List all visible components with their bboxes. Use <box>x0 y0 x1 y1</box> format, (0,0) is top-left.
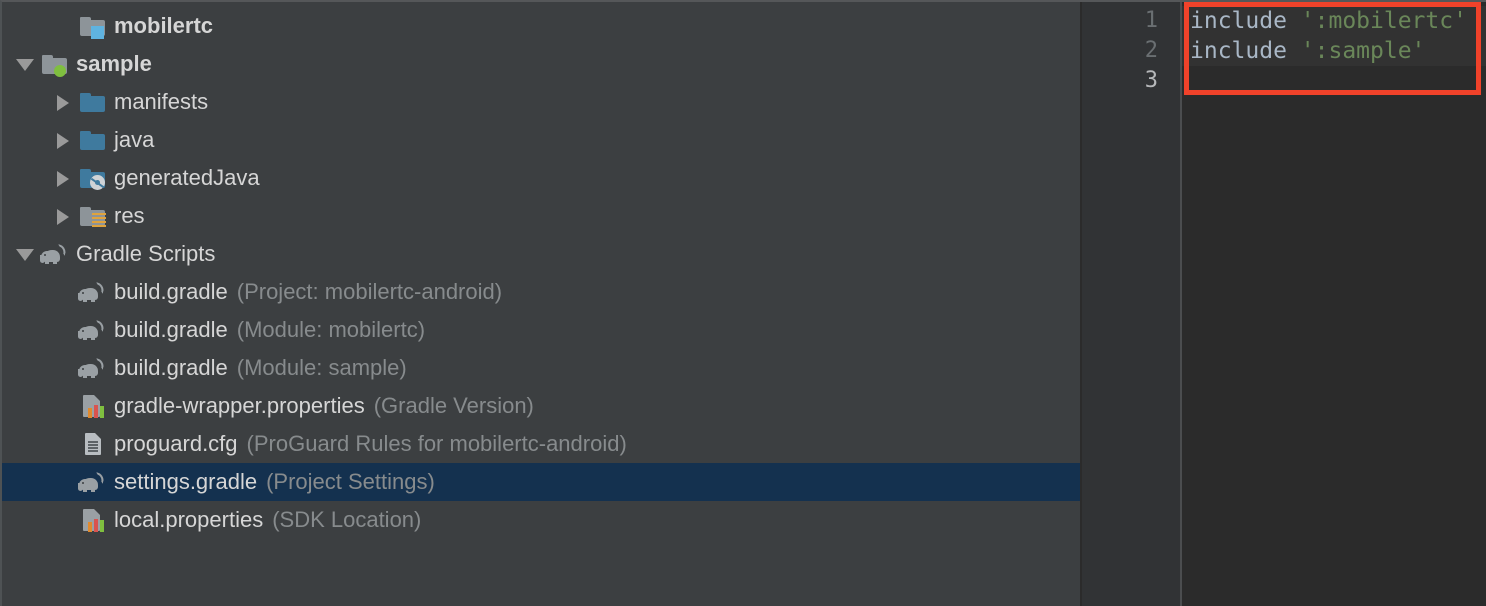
folder-resources-icon <box>78 201 108 231</box>
tree-row-gradle-scripts[interactable]: Gradle Scripts <box>2 235 1082 273</box>
tree-row-java[interactable]: java <box>2 121 1082 159</box>
module-folder-green-badge-icon <box>40 49 70 79</box>
tree-row-label: generatedJava <box>114 165 260 190</box>
folder-blue-icon <box>78 87 108 117</box>
editor-code-area[interactable]: include ':mobilertc' include ':sample' <box>1182 2 1486 606</box>
tree-row-subtitle: (Module: mobilertc) <box>236 317 426 342</box>
tree-row-subtitle: (ProGuard Rules for mobilertc-android) <box>246 431 627 456</box>
tree-row-manifests[interactable]: manifests <box>2 83 1082 121</box>
tree-row-label: build.gradle <box>114 317 228 342</box>
chevron-right-icon[interactable] <box>48 83 78 121</box>
tree-row-label: gradle-wrapper.properties <box>114 393 365 418</box>
tree-row-label: sample <box>76 51 152 76</box>
editor-line-number-gutter: 1 2 3 <box>1082 2 1182 606</box>
tree-row-label: mobilertc <box>114 13 214 38</box>
tree-row-settings-gradle[interactable]: settings.gradle (Project Settings) <box>2 463 1082 501</box>
code-token-str: ':sample' <box>1300 38 1426 64</box>
chevron-down-icon[interactable] <box>10 45 40 83</box>
tree-row-mobilertc[interactable]: mobilertc <box>2 7 1082 45</box>
twisty-placeholder <box>48 273 78 311</box>
project-tree-panel[interactable]: mobilertc sample manifests java generatedJav… <box>0 0 1082 606</box>
gradle-elephant-icon <box>78 315 108 345</box>
gradle-elephant-icon <box>40 239 70 269</box>
tree-row-local-properties[interactable]: local.properties (SDK Location) <box>2 501 1082 539</box>
module-folder-blue-badge-icon <box>78 11 108 41</box>
code-token-kw: include <box>1190 8 1301 34</box>
code-editor[interactable]: 123 include ':mobilertc' include ':sample… <box>1082 0 1486 606</box>
twisty-placeholder <box>48 7 78 45</box>
tree-row-label: build.gradle <box>114 355 228 380</box>
tree-row-label: res <box>114 203 145 228</box>
tree-row-label: java <box>114 127 155 152</box>
folder-generated-java-icon <box>78 163 108 193</box>
code-token-kw: include <box>1190 38 1301 64</box>
tree-row-build-gradle-project[interactable]: build.gradle (Project: mobilertc-android) <box>2 273 1082 311</box>
text-document-icon <box>78 429 108 459</box>
chevron-right-icon[interactable] <box>48 197 78 235</box>
tree-row-build-gradle-module-mobilertc[interactable]: build.gradle (Module: mobilertc) <box>2 311 1082 349</box>
twisty-placeholder <box>48 463 78 501</box>
code-line[interactable]: include ':mobilertc' <box>1182 6 1486 36</box>
gradle-elephant-icon <box>78 467 108 497</box>
tree-row-subtitle: (Project: mobilertc-android) <box>236 279 503 304</box>
twisty-placeholder <box>48 501 78 539</box>
project-tree-list[interactable]: mobilertc sample manifests java generatedJav… <box>2 2 1082 539</box>
twisty-placeholder <box>48 311 78 349</box>
line-number: 1 <box>1144 8 1158 33</box>
folder-blue-icon <box>78 125 108 155</box>
code-token-str: ':mobilertc' <box>1300 8 1467 34</box>
chevron-right-icon[interactable] <box>48 121 78 159</box>
code-line[interactable] <box>1182 66 1486 96</box>
tree-row-label: build.gradle <box>114 279 228 304</box>
tree-row-label: proguard.cfg <box>114 431 238 456</box>
properties-file-icon <box>78 505 108 535</box>
tree-row-label: local.properties <box>114 507 264 532</box>
tree-row-subtitle: (Gradle Version) <box>373 393 534 418</box>
tree-row-subtitle: (Module: sample) <box>236 355 407 380</box>
chevron-right-icon[interactable] <box>48 159 78 197</box>
tree-row-label: manifests <box>114 89 209 114</box>
tree-row-subtitle: (SDK Location) <box>272 507 422 532</box>
android-studio-window: mobilertc sample manifests java generatedJav… <box>0 0 1486 606</box>
tree-row-sample[interactable]: sample <box>2 45 1082 83</box>
tree-row-proguard-cfg[interactable]: proguard.cfg (ProGuard Rules for mobilert… <box>2 425 1082 463</box>
twisty-placeholder <box>48 425 78 463</box>
twisty-placeholder <box>48 387 78 425</box>
line-number: 3 <box>1144 68 1158 93</box>
tree-row-gradle-wrapper-properties[interactable]: gradle-wrapper.properties (Gradle Version… <box>2 387 1082 425</box>
code-line[interactable]: include ':sample' <box>1182 36 1486 66</box>
gradle-elephant-icon <box>78 353 108 383</box>
twisty-placeholder <box>48 349 78 387</box>
tree-row-subtitle: (Project Settings) <box>266 469 435 494</box>
tree-row-build-gradle-module-sample[interactable]: build.gradle (Module: sample) <box>2 349 1082 387</box>
tree-row-generatedJava[interactable]: generatedJava <box>2 159 1082 197</box>
tree-row-res[interactable]: res <box>2 197 1082 235</box>
tree-row-label: Gradle Scripts <box>76 241 216 266</box>
tree-row-label: settings.gradle <box>114 469 258 494</box>
line-number: 2 <box>1144 38 1158 63</box>
properties-file-icon <box>78 391 108 421</box>
gradle-elephant-icon <box>78 277 108 307</box>
chevron-down-icon[interactable] <box>10 235 40 273</box>
